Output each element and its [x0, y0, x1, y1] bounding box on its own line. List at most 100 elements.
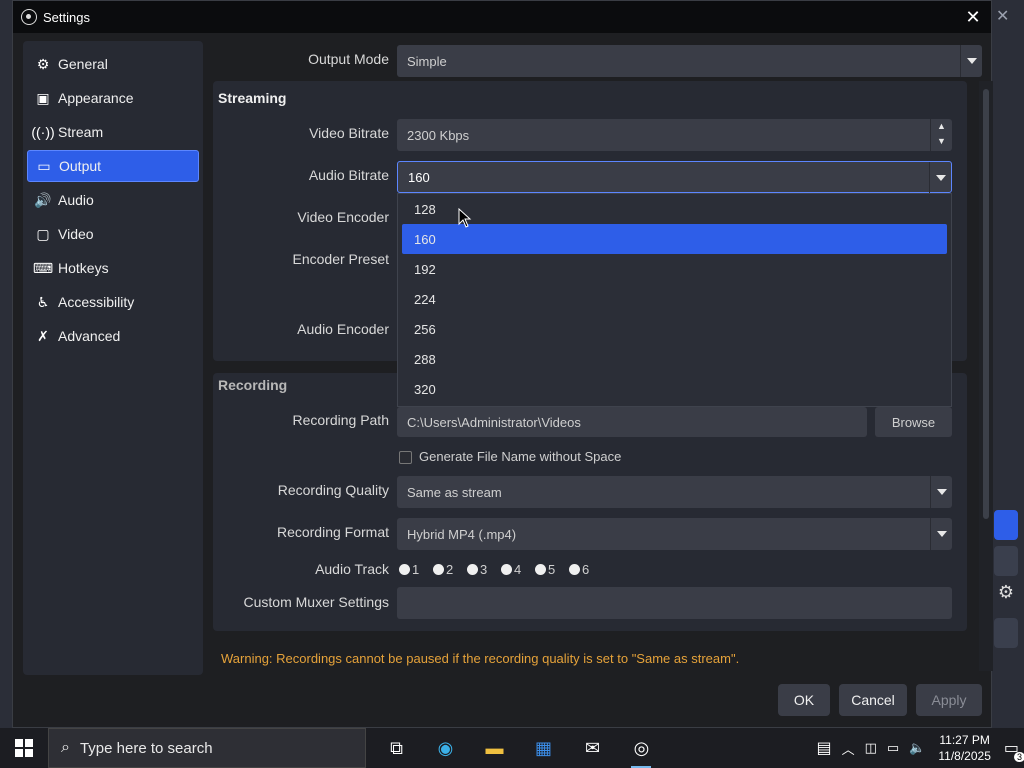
notification-badge: 3: [1013, 752, 1024, 762]
audio-track-radio[interactable]: 1: [399, 562, 433, 577]
clock-time: 11:27 PM: [939, 733, 990, 747]
dropdown-option[interactable]: 128: [398, 194, 951, 224]
video-bitrate-spinbox[interactable]: 2300 Kbps ▲ ▼: [397, 119, 952, 151]
background-app-right-edge: ✕ ⚙: [992, 0, 1024, 728]
mail-icon[interactable]: ✉: [568, 728, 617, 768]
audio-bitrate-dropdown: 128 160 192 224 256 288 320: [397, 193, 952, 407]
audio-bitrate-label: Audio Bitrate: [308, 167, 389, 183]
taskbar: ⌕ Type here to search ⧉ ◉ ▬ ▦ ✉ ◎ ▤ ︿ ◫ …: [0, 728, 1024, 768]
recording-quality-select[interactable]: Same as stream: [397, 476, 952, 508]
news-icon[interactable]: ▤: [816, 738, 831, 758]
chevron-down-icon: [930, 518, 952, 550]
sidebar-item-label: Advanced: [58, 328, 121, 344]
meet-now-icon[interactable]: ◫: [865, 740, 877, 756]
gear-icon[interactable]: ⚙: [994, 582, 1018, 612]
notification-icon[interactable]: ▭ 3: [1004, 738, 1024, 762]
dropdown-option[interactable]: 256: [398, 314, 951, 344]
audio-track-group: 1 2 3 4 5 6: [399, 562, 603, 577]
search-icon: ⌕: [61, 739, 70, 756]
audio-track-radio[interactable]: 6: [569, 562, 603, 577]
sidebar-item-label: Stream: [58, 124, 104, 140]
audio-bitrate-value: 160: [408, 169, 430, 185]
custom-muxer-label: Custom Muxer Settings: [243, 594, 390, 610]
audio-track-radio[interactable]: 4: [501, 562, 535, 577]
dock-button[interactable]: [994, 618, 1018, 648]
recording-quality-label: Recording Quality: [277, 482, 389, 498]
audio-bitrate-select[interactable]: 160: [397, 161, 952, 194]
recording-format-select[interactable]: Hybrid MP4 (.mp4): [397, 518, 952, 550]
sidebar-item-video[interactable]: ▢ Video: [27, 218, 199, 250]
audio-track-radio[interactable]: 2: [433, 562, 467, 577]
broadcast-icon: ((·)): [31, 124, 55, 140]
settings-sidebar: ⚙ General ▣ Appearance ((·)) Stream ▭ Ou…: [23, 41, 203, 675]
sidebar-item-stream[interactable]: ((·)) Stream: [27, 116, 199, 148]
spin-buttons[interactable]: ▲ ▼: [930, 119, 952, 151]
output-mode-select[interactable]: Simple: [397, 45, 982, 77]
chevron-up-icon[interactable]: ︿: [842, 739, 855, 758]
encoder-preset-label: Encoder Preset: [292, 251, 390, 267]
wrench-icon: ✗: [37, 327, 49, 344]
recording-path-value: C:\Users\Administrator\Videos: [407, 414, 581, 430]
sidebar-item-advanced[interactable]: ✗ Advanced: [27, 320, 199, 352]
sidebar-item-audio[interactable]: 🔊 Audio: [27, 184, 199, 216]
sidebar-item-label: General: [58, 56, 108, 72]
monitor-icon: ▭: [37, 157, 51, 174]
network-icon[interactable]: ▭: [887, 740, 899, 756]
custom-muxer-input[interactable]: [397, 587, 952, 619]
screen-icon: ▢: [36, 225, 50, 242]
search-placeholder: Type here to search: [79, 739, 213, 757]
accessibility-icon: ♿: [36, 293, 50, 310]
recording-format-label: Recording Format: [276, 524, 389, 540]
obs-logo-icon: [21, 9, 37, 25]
dock-button[interactable]: [994, 510, 1018, 540]
apply-button[interactable]: Apply: [916, 684, 982, 716]
settings-dialog: Settings ✕ ⚙ General ▣ Appearance ((·)) …: [12, 0, 993, 728]
scrollbar-thumb[interactable]: [983, 89, 989, 519]
cancel-button[interactable]: Cancel: [839, 684, 907, 716]
close-button[interactable]: ✕: [961, 5, 985, 29]
background-app-left-edge: [0, 0, 12, 728]
audio-track-radio[interactable]: 3: [467, 562, 501, 577]
sidebar-item-hotkeys[interactable]: ⌨ Hotkeys: [27, 252, 199, 284]
file-explorer-icon[interactable]: ▬: [470, 728, 519, 768]
recording-format-value: Hybrid MP4 (.mp4): [407, 526, 517, 542]
no-space-checkbox[interactable]: [399, 451, 412, 464]
speaker-icon: 🔊: [34, 191, 52, 208]
taskbar-search[interactable]: ⌕ Type here to search: [48, 728, 366, 768]
start-button[interactable]: [0, 728, 48, 768]
keyboard-icon: ⌨: [32, 259, 54, 276]
sidebar-item-general[interactable]: ⚙ General: [27, 48, 199, 80]
output-mode-value: Simple: [407, 53, 447, 69]
sidebar-item-appearance[interactable]: ▣ Appearance: [27, 82, 199, 114]
sidebar-item-accessibility[interactable]: ♿ Accessibility: [27, 286, 199, 318]
store-icon[interactable]: ▦: [519, 728, 568, 768]
recording-quality-value: Same as stream: [407, 484, 502, 500]
browse-button[interactable]: Browse: [875, 407, 952, 437]
close-icon[interactable]: ✕: [996, 6, 1009, 26]
recording-path-field[interactable]: C:\Users\Administrator\Videos: [397, 407, 867, 437]
no-space-label: Generate File Name without Space: [419, 449, 622, 464]
ok-button[interactable]: OK: [778, 684, 830, 716]
clock-date: 11/8/2025: [938, 749, 991, 763]
sidebar-item-output[interactable]: ▭ Output: [27, 150, 199, 182]
dropdown-option-selected[interactable]: 160: [402, 224, 947, 254]
audio-encoder-label: Audio Encoder: [297, 321, 389, 337]
video-bitrate-value: 2300 Kbps: [407, 127, 470, 143]
dropdown-option[interactable]: 288: [398, 344, 951, 374]
obs-taskbar-icon[interactable]: ◎: [617, 728, 666, 768]
audio-track-radio[interactable]: 5: [535, 562, 569, 577]
dropdown-option[interactable]: 224: [398, 284, 951, 314]
chevron-down-icon: [929, 162, 951, 194]
palette-icon: ▣: [36, 89, 50, 106]
clock[interactable]: 11:27 PM 11/8/2025: [938, 732, 991, 764]
dropdown-option[interactable]: 192: [398, 254, 951, 284]
edge-browser-icon[interactable]: ◉: [421, 728, 470, 768]
task-view-icon[interactable]: ⧉: [372, 728, 421, 768]
windows-logo-icon: [15, 739, 33, 757]
dropdown-option[interactable]: 320: [398, 374, 951, 404]
dock-button[interactable]: [994, 546, 1018, 576]
volume-icon[interactable]: 🔈: [909, 740, 925, 756]
output-mode-label: Output Mode: [308, 51, 389, 67]
recording-title: Recording: [218, 377, 288, 393]
sidebar-item-label: Hotkeys: [58, 260, 109, 276]
